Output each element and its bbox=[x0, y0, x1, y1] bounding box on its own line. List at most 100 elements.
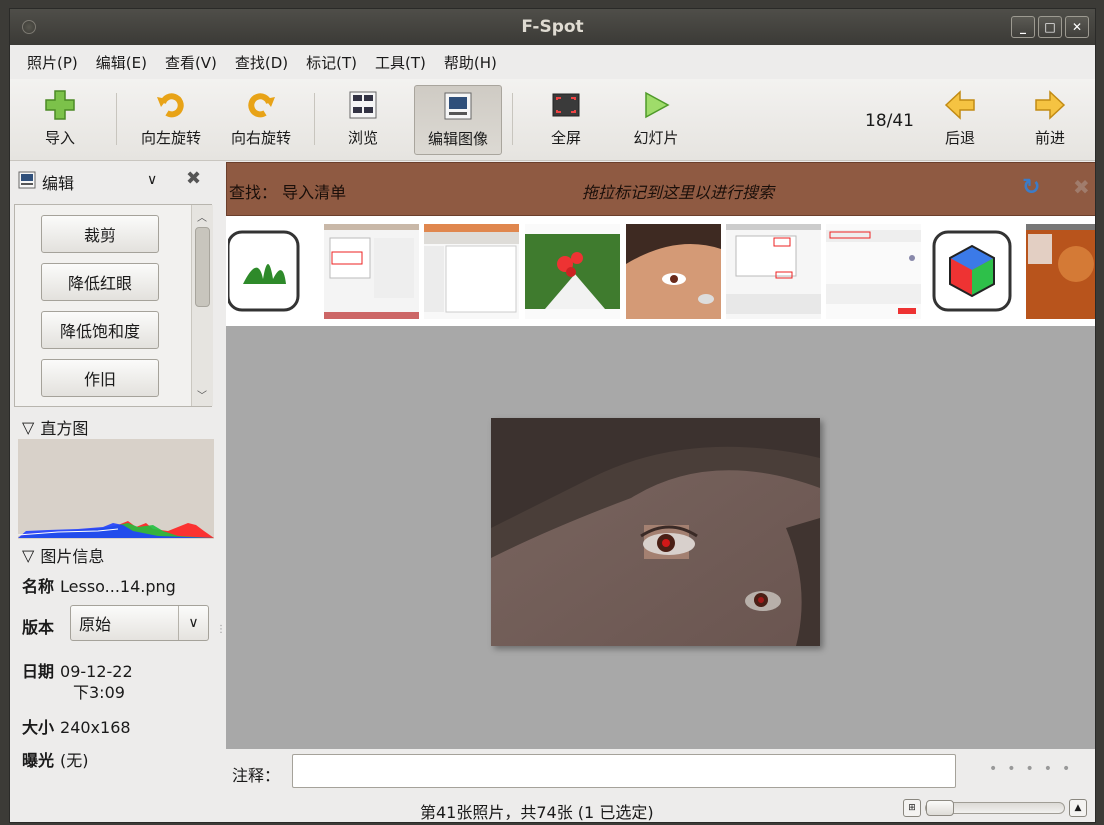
toolbar: 导入 向左旋转 向右旋转 浏览 编辑图像 全屏 幻灯片 18/41 后退 前进 bbox=[10, 79, 1095, 161]
red-eye-button[interactable]: 降低红眼 bbox=[41, 263, 159, 301]
comment-input[interactable] bbox=[292, 754, 956, 788]
thumbnail[interactable] bbox=[1026, 224, 1095, 319]
sidebar-header[interactable]: 编辑 bbox=[18, 170, 74, 194]
edit-tools-scrollbar[interactable]: ︿ ﹀ bbox=[191, 205, 213, 406]
image-info-label: 图片信息 bbox=[40, 547, 105, 566]
version-value: 原始 bbox=[79, 615, 112, 634]
info-date-label: 日期 bbox=[22, 662, 55, 681]
thumbnail[interactable] bbox=[525, 224, 620, 319]
menu-tags[interactable]: 标记(T) bbox=[297, 52, 366, 73]
find-hint: 拖拉标记到这里以进行搜索 bbox=[582, 183, 775, 202]
back-button[interactable]: 后退 bbox=[930, 85, 990, 155]
arrow-left-icon bbox=[942, 87, 978, 123]
import-button[interactable]: 导入 bbox=[30, 85, 90, 155]
edit-image-icon bbox=[440, 88, 476, 124]
sidebar-title: 编辑 bbox=[42, 174, 75, 193]
image-info-header[interactable]: ▽ 图片信息 bbox=[22, 543, 104, 567]
rating-stars[interactable]: ••••• bbox=[989, 761, 1080, 777]
scroll-up-icon[interactable]: ︿ bbox=[197, 209, 207, 224]
menu-view[interactable]: 查看(V) bbox=[156, 52, 226, 73]
browse-grid-icon bbox=[345, 87, 381, 123]
zoom-slider-handle[interactable] bbox=[926, 800, 954, 816]
info-name-label: 名称 bbox=[22, 577, 55, 596]
thumbnail-selected[interactable] bbox=[626, 224, 721, 319]
forward-label: 前进 bbox=[1034, 129, 1065, 147]
window-title: F-Spot bbox=[521, 17, 584, 37]
title-bar: F-Spot _ □ ✕ bbox=[10, 9, 1095, 45]
maximize-button[interactable]: □ bbox=[1038, 16, 1062, 38]
chevron-down-icon: ∨ bbox=[178, 606, 208, 640]
thumbnail[interactable] bbox=[226, 224, 323, 319]
window-controls: _ □ ✕ bbox=[1011, 16, 1089, 38]
rotate-right-icon bbox=[243, 87, 279, 123]
info-size-row: 大小 240x168 bbox=[22, 714, 131, 738]
thumbnail-strip bbox=[226, 216, 1095, 326]
info-exposure-value: (无) bbox=[60, 751, 89, 770]
menu-help[interactable]: 帮助(H) bbox=[435, 52, 506, 73]
scrollbar-thumb[interactable] bbox=[195, 227, 210, 307]
desaturate-button[interactable]: 降低饱和度 bbox=[41, 311, 159, 349]
chevron-down-icon[interactable]: ∨ bbox=[147, 172, 157, 188]
status-text: 第41张照片，共74张 (1 已选定) bbox=[420, 803, 654, 822]
histogram-label: 直方图 bbox=[40, 419, 89, 438]
photo-viewer[interactable] bbox=[226, 326, 1095, 749]
comment-label: 注释： bbox=[232, 766, 281, 785]
info-time-value: 下3:09 bbox=[73, 683, 125, 702]
info-name-row: 名称 Lesso...14.png bbox=[22, 573, 176, 597]
thumbnail[interactable] bbox=[726, 224, 821, 319]
info-version-label: 版本 bbox=[22, 618, 55, 637]
current-photo[interactable] bbox=[491, 418, 820, 646]
zoom-in-icon[interactable]: ▲ bbox=[1069, 799, 1087, 817]
status-bar: 第41张照片，共74张 (1 已选定) ⊞ ▲ bbox=[10, 793, 1095, 822]
histogram-graph bbox=[17, 439, 214, 539]
crop-button[interactable]: 裁剪 bbox=[41, 215, 159, 253]
fullscreen-label: 全屏 bbox=[550, 129, 581, 147]
thumbnail[interactable] bbox=[932, 224, 1027, 319]
find-label: 查找： 导入清单 bbox=[229, 183, 347, 202]
slideshow-button[interactable]: 幻灯片 bbox=[618, 85, 694, 155]
close-icon[interactable]: ✖ bbox=[186, 168, 201, 189]
rotate-left-button[interactable]: 向左旋转 bbox=[128, 85, 214, 155]
info-version-row: 版本 bbox=[22, 614, 60, 638]
forward-button[interactable]: 前进 bbox=[1020, 85, 1080, 155]
sepia-button[interactable]: 作旧 bbox=[41, 359, 159, 397]
menu-find[interactable]: 查找(D) bbox=[226, 52, 297, 73]
info-exposure-label: 曝光 bbox=[22, 751, 55, 770]
thumbnail[interactable] bbox=[424, 224, 519, 319]
comment-bar: 注释： ••••• bbox=[226, 749, 1095, 793]
clear-icon[interactable]: ✖ bbox=[1073, 175, 1090, 199]
sidebar: 编辑 ∨ ✖ 裁剪 降低红眼 降低饱和度 作旧 ︿ ﹀ ▽ 直方图 ⋮ ▽ 图片… bbox=[10, 162, 226, 812]
app-window: F-Spot _ □ ✕ 照片(P) 编辑(E) 查看(V) 查找(D) 标记(… bbox=[9, 8, 1096, 823]
menu-photo[interactable]: 照片(P) bbox=[18, 52, 87, 73]
menu-edit[interactable]: 编辑(E) bbox=[87, 52, 156, 73]
refresh-icon[interactable]: ↻ bbox=[1022, 175, 1040, 200]
rotate-left-label: 向左旋转 bbox=[140, 129, 201, 147]
toolbar-separator bbox=[314, 93, 315, 145]
version-select[interactable]: 原始 ∨ bbox=[70, 605, 209, 641]
histogram-header[interactable]: ▽ 直方图 bbox=[22, 415, 88, 439]
rotate-right-button[interactable]: 向右旋转 bbox=[218, 85, 304, 155]
play-icon bbox=[638, 87, 674, 123]
arrow-right-icon bbox=[1032, 87, 1068, 123]
minimize-button[interactable]: _ bbox=[1011, 16, 1035, 38]
zoom-slider[interactable] bbox=[925, 800, 1065, 816]
fullscreen-button[interactable]: 全屏 bbox=[534, 85, 598, 155]
rotate-left-icon bbox=[153, 87, 189, 123]
photo-counter: 18/41 bbox=[865, 111, 914, 131]
find-bar[interactable]: 查找： 导入清单 拖拉标记到这里以进行搜索 ↻ ✖ bbox=[226, 162, 1095, 216]
edit-image-button[interactable]: 编辑图像 bbox=[414, 85, 502, 155]
browse-button[interactable]: 浏览 bbox=[328, 85, 398, 155]
import-label: 导入 bbox=[44, 129, 75, 147]
scroll-down-icon[interactable]: ﹀ bbox=[197, 387, 207, 402]
close-button[interactable]: ✕ bbox=[1065, 16, 1089, 38]
menu-tools[interactable]: 工具(T) bbox=[366, 52, 435, 73]
info-exposure-row: 曝光 (无) bbox=[22, 747, 89, 771]
thumbnail[interactable] bbox=[324, 224, 419, 319]
zoom-out-icon[interactable]: ⊞ bbox=[903, 799, 921, 817]
info-size-value: 240x168 bbox=[60, 718, 131, 737]
zoom-control: ⊞ ▲ bbox=[903, 799, 1087, 817]
thumbnail[interactable] bbox=[826, 224, 921, 319]
expander-down-icon: ▽ bbox=[22, 417, 35, 437]
edit-image-icon bbox=[18, 171, 36, 193]
pane-resize-handle[interactable]: ⋮ bbox=[216, 624, 226, 635]
